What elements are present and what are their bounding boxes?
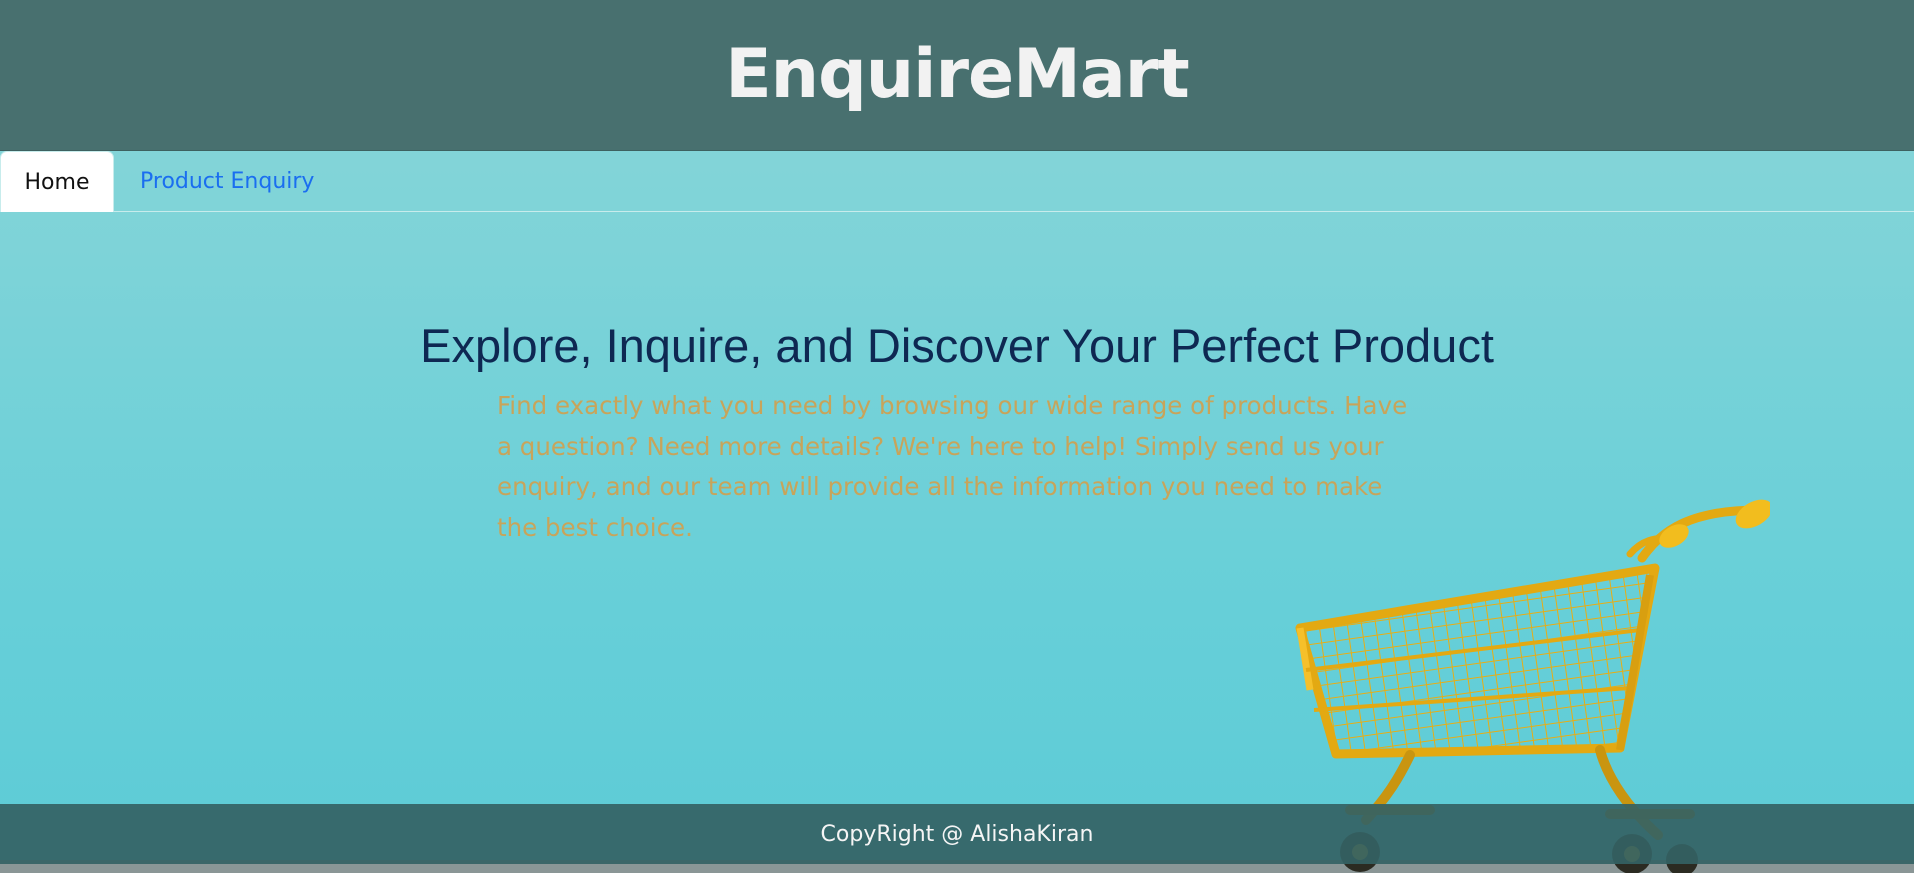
- site-footer: CopyRight @ AlishaKiran: [0, 804, 1914, 864]
- footer-copyright: CopyRight @ AlishaKiran: [820, 821, 1094, 847]
- hero-description: Find exactly what you need by browsing o…: [497, 391, 1408, 542]
- site-title: EnquireMart: [725, 35, 1190, 114]
- site-header: EnquireMart: [0, 0, 1914, 151]
- nav-tabs: Home Product Enquiry: [0, 151, 1914, 212]
- tab-product-enquiry[interactable]: Product Enquiry: [140, 151, 314, 212]
- hero-title: Explore, Inquire, and Discover Your Perf…: [420, 319, 1494, 372]
- tab-home[interactable]: Home: [0, 151, 114, 212]
- page: EnquireMart Home Product Enquiry Explore…: [0, 0, 1914, 873]
